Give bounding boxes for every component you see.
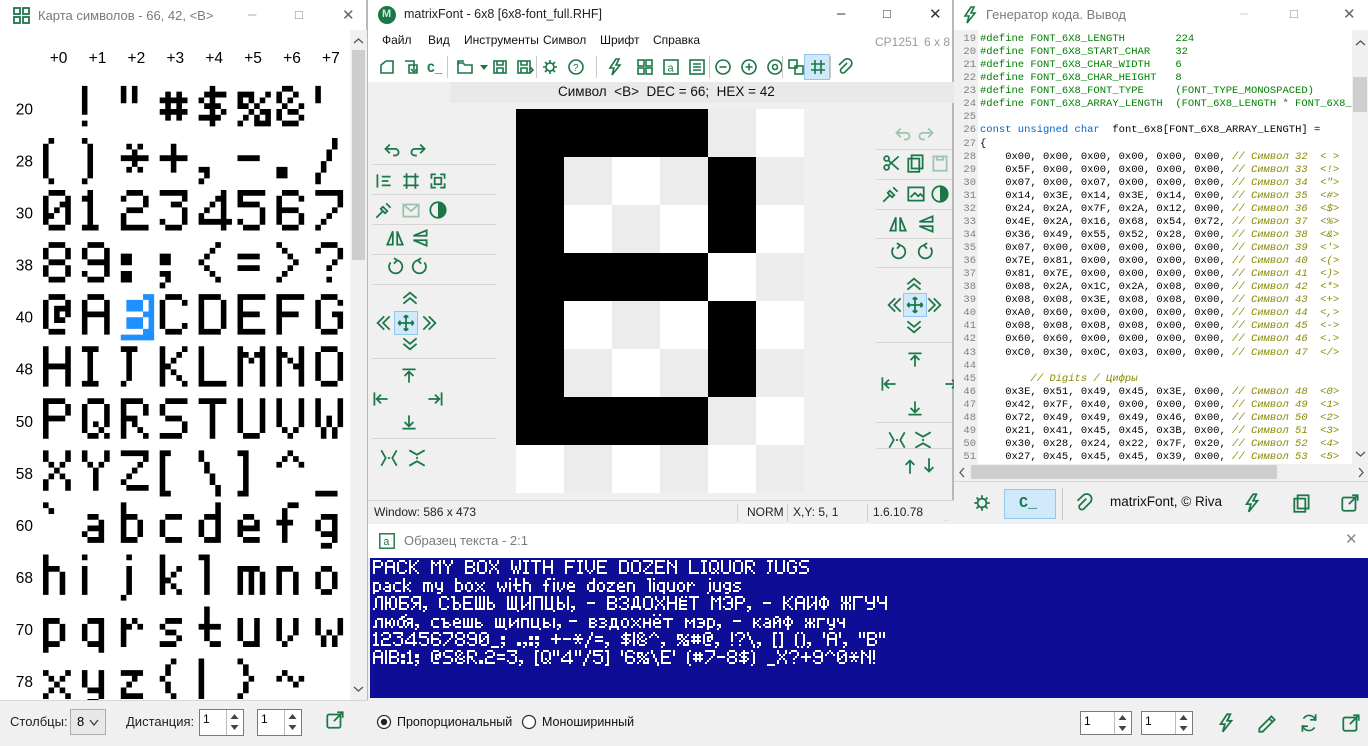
svg-text:78: 78 xyxy=(16,674,33,691)
svg-text:50: 50 xyxy=(16,414,34,431)
svg-text:30: 30 xyxy=(16,206,34,223)
svg-text:28: 28 xyxy=(16,154,33,171)
svg-text:+0: +0 xyxy=(50,50,68,67)
svg-text:C_: C_ xyxy=(427,61,443,76)
svg-text:a: a xyxy=(383,536,389,548)
svg-text:+2: +2 xyxy=(128,50,146,67)
svg-text:?: ? xyxy=(573,63,579,74)
svg-text:20: 20 xyxy=(16,101,34,118)
svg-text:a: a xyxy=(668,63,675,75)
svg-text:68: 68 xyxy=(16,570,33,587)
svg-text:70: 70 xyxy=(16,622,34,639)
svg-text:60: 60 xyxy=(16,518,34,535)
svg-text:+3: +3 xyxy=(166,50,184,67)
svg-text:+4: +4 xyxy=(205,50,223,67)
svg-text:48: 48 xyxy=(16,362,33,379)
svg-text:+6: +6 xyxy=(283,50,301,67)
svg-text:+1: +1 xyxy=(89,50,107,67)
svg-text:40: 40 xyxy=(16,310,34,327)
svg-text:+5: +5 xyxy=(244,50,262,67)
svg-text:+7: +7 xyxy=(322,50,340,67)
svg-text:58: 58 xyxy=(16,466,33,483)
svg-text:38: 38 xyxy=(16,258,33,275)
